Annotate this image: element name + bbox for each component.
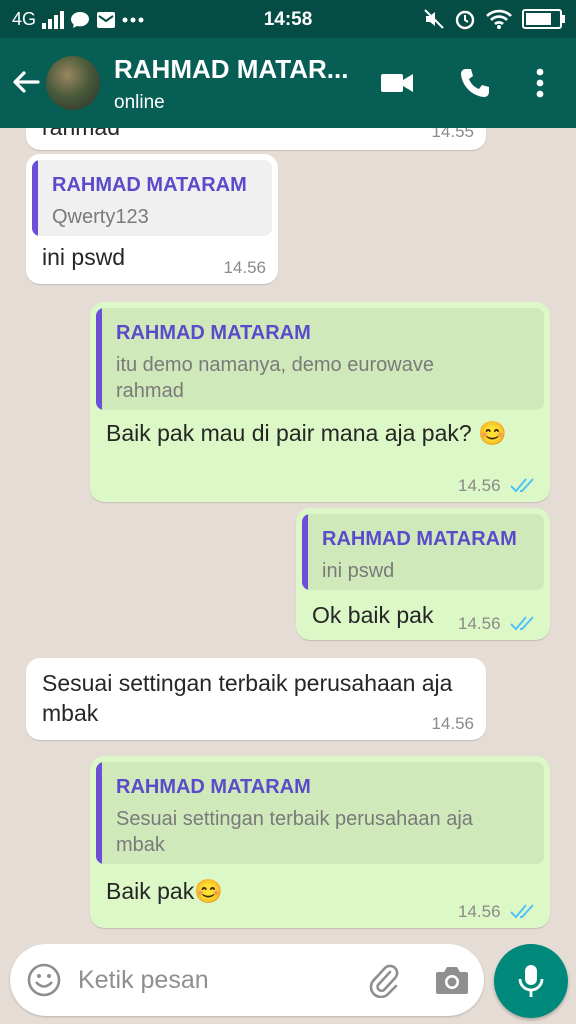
quote-text: itu demo namanya, demo eurowave rahmad — [116, 354, 434, 402]
message-outgoing[interactable]: RAHMAD MATARAM itu demo namanya, demo eu… — [90, 302, 550, 502]
message-time: 14.56 — [223, 258, 266, 277]
quote-author: RAHMAD MATARAM — [322, 528, 517, 550]
microphone-icon — [518, 965, 544, 997]
message-outgoing[interactable]: RAHMAD MATARAM Sesuai settingan terbaik … — [90, 756, 550, 928]
read-receipt-icon — [510, 616, 534, 631]
message-time: 14.56 — [458, 476, 501, 495]
message-time: 14.56 — [458, 902, 501, 921]
message-composer[interactable]: Ketik pesan — [10, 944, 484, 1016]
paperclip-icon[interactable] — [366, 962, 400, 998]
emoji-icon[interactable] — [26, 962, 62, 998]
message-text: rahmad — [42, 128, 120, 142]
quote-accent-bar — [96, 308, 102, 410]
message-time: 14.56 — [431, 714, 474, 733]
message-incoming[interactable]: RAHMAD MATARAM Qwerty123 ini pswd 14.56 — [26, 154, 278, 284]
back-arrow-icon[interactable] — [10, 66, 42, 98]
status-bar: 4G 14:58 — [0, 0, 576, 38]
quoted-message[interactable]: RAHMAD MATARAM ini pswd — [302, 514, 544, 590]
message-list[interactable]: rahmad 14.55 RAHMAD MATARAM Qwerty123 in… — [0, 128, 576, 940]
battery-icon — [522, 9, 565, 29]
message-incoming[interactable]: Sesuai settingan terbaik perusahaan aja … — [26, 658, 486, 740]
message-time: 14.55 — [431, 128, 474, 141]
quote-author: RAHMAD MATARAM — [116, 322, 311, 344]
quote-text: Qwerty123 — [52, 206, 149, 228]
voice-message-button[interactable] — [494, 944, 568, 1018]
status-bar-right — [424, 8, 565, 30]
more-options-icon[interactable] — [524, 66, 556, 100]
message-text: Baik pak mau di pair mana aja pak? 😊 — [106, 420, 507, 446]
quote-accent-bar — [32, 160, 38, 236]
quote-author: RAHMAD MATARAM — [116, 776, 311, 798]
contact-name[interactable]: RAHMAD MATAR... — [114, 54, 348, 85]
quoted-message[interactable]: RAHMAD MATARAM itu demo namanya, demo eu… — [96, 308, 544, 410]
quote-text: Sesuai settingan terbaik perusahaan aja … — [116, 808, 473, 856]
message-incoming[interactable]: rahmad 14.55 — [26, 128, 486, 150]
quoted-message[interactable]: RAHMAD MATARAM Sesuai settingan terbaik … — [96, 762, 544, 864]
video-call-icon[interactable] — [380, 66, 414, 100]
message-text: Baik pak😊 — [106, 878, 223, 904]
quote-text: ini pswd — [322, 560, 395, 582]
contact-status: online — [114, 92, 165, 113]
message-time: 14.56 — [458, 614, 501, 633]
read-receipt-icon — [510, 478, 534, 493]
message-text: ini pswd — [42, 244, 126, 270]
message-text: Ok baik pak — [312, 602, 434, 628]
alarm-icon — [455, 10, 475, 30]
voice-call-icon[interactable] — [458, 66, 492, 100]
mute-icon — [424, 9, 444, 29]
wifi-icon — [486, 9, 512, 29]
message-outgoing[interactable]: RAHMAD MATARAM ini pswd Ok baik pak 14.5… — [296, 508, 550, 640]
battery-level — [526, 13, 551, 25]
quoted-message[interactable]: RAHMAD MATARAM Qwerty123 — [32, 160, 272, 236]
quote-accent-bar — [302, 514, 308, 590]
quote-author: RAHMAD MATARAM — [52, 174, 247, 196]
message-text: Sesuai settingan terbaik perusahaan aja … — [42, 670, 453, 726]
chat-header: RAHMAD MATAR... online — [0, 38, 576, 128]
camera-icon[interactable] — [434, 964, 470, 996]
read-receipt-icon — [510, 904, 534, 919]
contact-avatar[interactable] — [46, 56, 100, 110]
message-input[interactable]: Ketik pesan — [78, 966, 209, 995]
quote-accent-bar — [96, 762, 102, 864]
